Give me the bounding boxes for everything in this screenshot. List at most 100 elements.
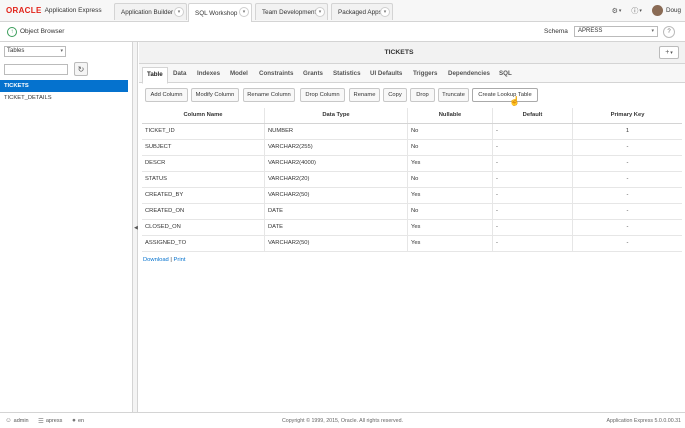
object-list-panel: Tables ▾ ↻ TICKETS TICKET_DETAILS [0,42,133,412]
administration-menu[interactable]: ⚙ ▾ [612,7,622,15]
chevron-down-icon[interactable]: ▾ [380,7,390,17]
version-text: Application Express 5.0.0.00.31 [606,418,682,424]
schema-label: Schema [544,28,568,35]
column-header[interactable]: Nullable [408,108,493,123]
table-cell: No [408,140,493,155]
user-name: Doug [665,7,681,14]
table-cell: No [408,204,493,219]
refresh-button[interactable]: ↻ [74,62,88,76]
tab-label: Application Builder [121,8,174,16]
column-header[interactable]: Column Name [142,108,265,123]
table-row: CREATED_BY VARCHAR2(50) Yes - - [142,188,682,204]
tab-constraints[interactable]: Constraints [259,68,293,83]
object-browser-header: ↑ Object Browser Schema APRESS ▾ ? [0,22,685,42]
print-link[interactable]: Print [174,257,186,263]
tab-table[interactable]: Table [142,67,168,84]
object-type-value: Tables [7,48,25,54]
tab-indexes[interactable]: Indexes [197,68,220,83]
oracle-apex-logo[interactable]: ORACLE Application Express [6,6,102,15]
table-row: CREATED_ON DATE No - - [142,204,682,220]
schema-select[interactable]: APRESS ▾ [574,26,658,37]
table-cell: VARCHAR2(255) [265,140,408,155]
rename-button[interactable]: Rename [349,88,380,102]
list-item-ticket-details[interactable]: TICKET_DETAILS [0,92,128,104]
table-cell: VARCHAR2(50) [265,236,408,251]
plus-icon: + [665,49,670,56]
object-detail-panel: TICKETS + ▾ Table Data Indexes Model Cons… [139,42,685,412]
table-row: STATUS VARCHAR2(20) No - - [142,172,682,188]
chevron-down-icon[interactable]: ▾ [315,7,325,17]
table-cell: Yes [408,220,493,235]
tab-sql-workshop[interactable]: SQL Workshop ▾ [188,3,252,22]
table-cell: - [626,144,629,150]
help-circle-icon: ⓘ [631,7,639,15]
table-cell: - [493,124,573,139]
tab-label: SQL Workshop [195,9,238,17]
table-cell: - [626,208,629,214]
tab-application-builder[interactable]: Application Builder ▾ [114,3,187,20]
chevron-down-icon: ▾ [60,48,63,54]
object-title-bar: TICKETS + ▾ [139,42,685,64]
table-cell: SUBJECT [142,140,265,155]
drop-column-button[interactable]: Drop Column [300,88,345,102]
table-cell: DATE [265,220,408,235]
table-cell: - [626,224,629,230]
table-actions-toolbar: Add Column Modify Column Rename Column D… [139,84,685,106]
chevron-down-icon[interactable]: ▾ [239,7,249,17]
table-cell: - [626,240,629,246]
download-link[interactable]: Download [143,257,169,263]
object-tabs: Table Data Indexes Model Constraints Gra… [139,64,685,84]
table-cell: - [493,204,573,219]
wrench-person-icon: ⚙ [611,7,618,15]
table-cell: VARCHAR2(20) [265,172,408,187]
column-header[interactable]: Data Type [265,108,408,123]
table-cell: - [626,160,629,166]
rename-column-button[interactable]: Rename Column [243,88,295,102]
object-type-select[interactable]: Tables ▾ [4,46,66,57]
table-header-row: Column Name Data Type Nullable Default P… [142,108,682,124]
tab-data[interactable]: Data [173,68,186,83]
help-menu[interactable]: ⓘ ▾ [631,6,642,16]
table-cell: TICKET_ID [142,124,265,139]
add-column-button[interactable]: Add Column [145,88,188,102]
table-row: ASSIGNED_TO VARCHAR2(50) Yes - - [142,236,682,252]
list-item-tickets[interactable]: TICKETS [0,80,128,92]
top-right-controls: ⚙ ▾ ⓘ ▾ Doug [612,5,681,16]
tab-ui-defaults[interactable]: UI Defaults [370,68,402,83]
tab-label: Packaged Apps [338,8,382,16]
tab-packaged-apps[interactable]: Packaged Apps ▾ [331,3,393,20]
tab-triggers[interactable]: Triggers [413,68,437,83]
table-cell: - [626,176,629,182]
tab-sql[interactable]: SQL [499,68,512,83]
create-lookup-table-button[interactable]: Create Lookup Table [472,88,538,102]
chevron-down-icon[interactable]: ▾ [174,7,184,17]
column-header[interactable]: Default [493,108,573,123]
help-button[interactable]: ? [663,26,675,38]
column-header[interactable]: Primary Key [573,108,682,123]
copy-button[interactable]: Copy [383,88,407,102]
drop-button[interactable]: Drop [410,88,435,102]
table-cell: - [493,188,573,203]
object-filter-input[interactable] [4,64,68,75]
truncate-button[interactable]: Truncate [438,88,469,102]
chevron-down-icon: ▾ [651,28,654,34]
mouse-pointer-icon: ☝ [509,96,521,106]
table-cell: ASSIGNED_TO [142,236,265,251]
modify-column-button[interactable]: Modify Column [191,88,239,102]
tab-team-development[interactable]: Team Development ▾ [255,3,328,20]
table-cell: CLOSED_ON [142,220,265,235]
table-cell: - [626,192,629,198]
copyright-text: Copyright © 1999, 2015, Oracle. All righ… [281,418,404,424]
create-object-button[interactable]: + ▾ [659,46,679,59]
link-separator: | [170,257,172,263]
panel-splitter[interactable]: ◀ [133,42,138,412]
table-row: DESCR VARCHAR2(4000) Yes - - [142,156,682,172]
user-menu[interactable]: Doug [651,5,681,16]
tab-grants[interactable]: Grants [303,68,323,83]
tab-dependencies[interactable]: Dependencies [448,68,490,83]
collapse-left-icon[interactable]: ◀ [134,225,138,231]
tab-model[interactable]: Model [230,68,248,83]
table-cell: VARCHAR2(50) [265,188,408,203]
tab-statistics[interactable]: Statistics [333,68,361,83]
columns-table: Column Name Data Type Nullable Default P… [142,108,682,252]
